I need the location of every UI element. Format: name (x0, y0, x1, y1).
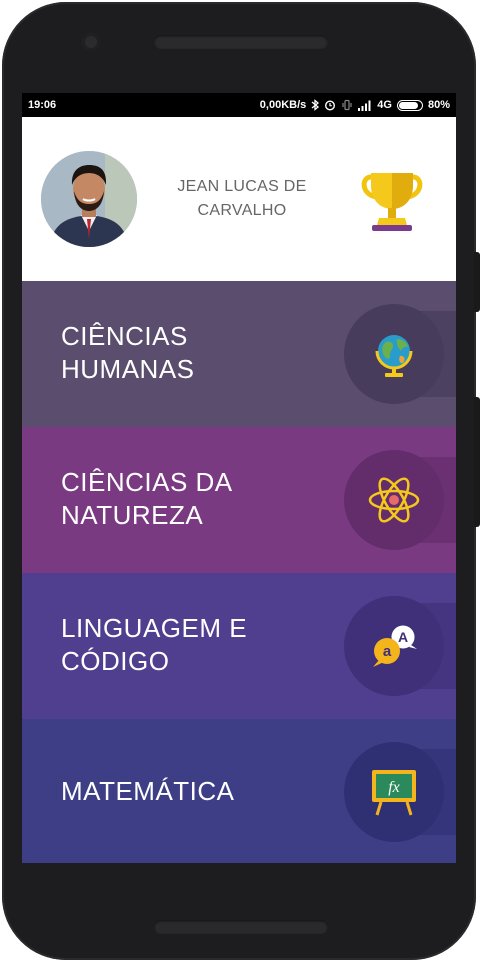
volume-button (474, 252, 480, 312)
svg-text:A: A (398, 629, 408, 645)
signal-icon (358, 100, 371, 111)
svg-text:fx: fx (388, 779, 400, 796)
globe-icon (375, 335, 413, 377)
avatar[interactable] (41, 151, 137, 247)
trophy-icon[interactable] (357, 165, 427, 235)
category-card-linguagem-codigo[interactable]: LINGUAGEM E CÓDIGO A a (22, 573, 456, 719)
function-board-icon: fx (372, 770, 416, 816)
profile-header: JEAN LUCAS DE CARVALHO (22, 117, 456, 281)
network-speed: 0,00KB/s (259, 99, 307, 111)
category-card-matematica[interactable]: MATEMÁTICA fx (22, 719, 456, 863)
status-time: 19:06 (28, 99, 57, 111)
front-camera (82, 33, 100, 51)
atom-icon (368, 477, 420, 523)
alarm-icon (325, 100, 336, 111)
svg-text:a: a (383, 643, 392, 660)
translate-icon: A a (373, 624, 417, 667)
bottom-speaker (154, 920, 328, 934)
bluetooth-icon (311, 99, 320, 111)
app-screen: 19:06 0,00KB/s 4G 80% JEAN LUCAS DE CARV… (22, 93, 456, 863)
category-label: CIÊNCIAS HUMANAS (61, 321, 195, 384)
power-button (474, 397, 480, 527)
category-card-ciencias-natureza[interactable]: CIÊNCIAS DA NATUREZA (22, 427, 456, 573)
category-label: LINGUAGEM E CÓDIGO (61, 613, 248, 676)
top-speaker (154, 35, 328, 49)
user-photo (41, 151, 137, 247)
category-card-ciencias-humanas[interactable]: CIÊNCIAS HUMANAS (22, 281, 456, 427)
battery-percent: 80% (427, 99, 450, 111)
network-type: 4G (377, 99, 392, 111)
category-label: CIÊNCIAS DA NATUREZA (61, 467, 232, 530)
status-bar: 19:06 0,00KB/s 4G 80% (22, 93, 456, 117)
battery-icon (396, 99, 423, 111)
user-name: JEAN LUCAS DE CARVALHO (177, 178, 307, 219)
category-label: MATEMÁTICA (61, 776, 235, 806)
vibrate-icon (342, 99, 352, 111)
